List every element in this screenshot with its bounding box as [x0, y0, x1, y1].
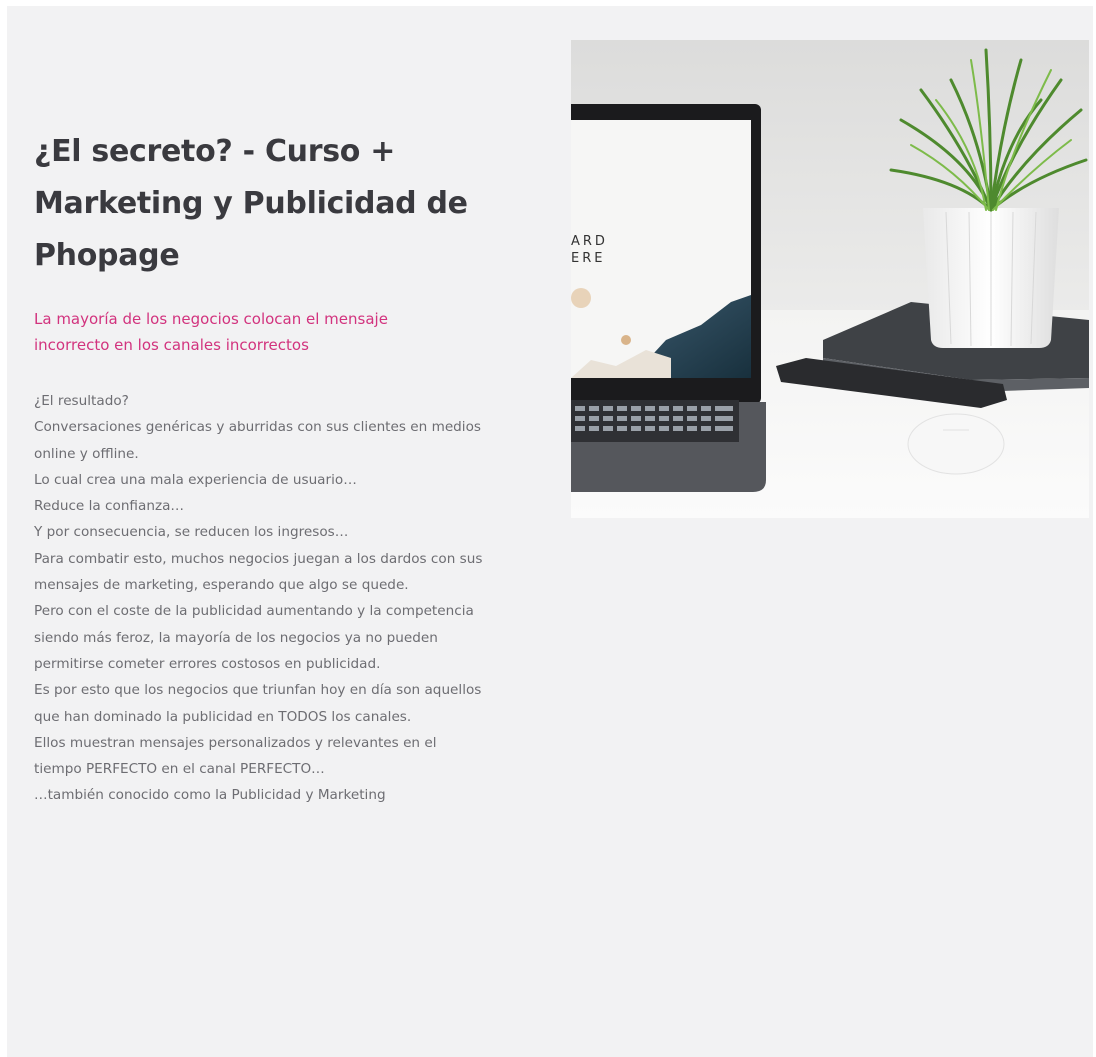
laptop-plant-photo-icon: ARD ERE	[571, 40, 1089, 518]
paragraph: Ellos muestran mensajes personalizados y…	[34, 734, 437, 778]
paragraph: Lo cual crea una mala experiencia de usu…	[34, 471, 357, 488]
paragraph: …también conocido como la Publicidad y M…	[34, 787, 386, 804]
text-column: ¿El secreto? - Curso + Marketing y Publi…	[34, 126, 484, 809]
paragraph: ¿El resultado?	[34, 393, 129, 409]
svg-text:ERE: ERE	[571, 251, 605, 266]
paragraph: Es por esto que los negocios que triunfa…	[34, 682, 482, 725]
hero-image: ARD ERE	[571, 40, 1089, 518]
page-subtitle: La mayoría de los negocios colocan el me…	[34, 310, 388, 354]
paragraph: Conversaciones genéricas y aburridas con…	[34, 419, 481, 462]
page-section: ¿El secreto? - Curso + Marketing y Publi…	[7, 6, 1093, 1057]
svg-text:ARD: ARD	[571, 234, 608, 249]
page-title: ¿El secreto? - Curso + Marketing y Publi…	[34, 134, 468, 273]
paragraph: Para combatir esto, muchos negocios jueg…	[34, 550, 483, 594]
body-copy: ¿El resultado? Conversaciones genéricas …	[34, 388, 484, 809]
paragraph: Pero con el coste de la publicidad aumen…	[34, 603, 474, 672]
paragraph: Reduce la confianza…	[34, 498, 185, 515]
paragraph: Y por consecuencia, se reducen los ingre…	[34, 524, 349, 541]
